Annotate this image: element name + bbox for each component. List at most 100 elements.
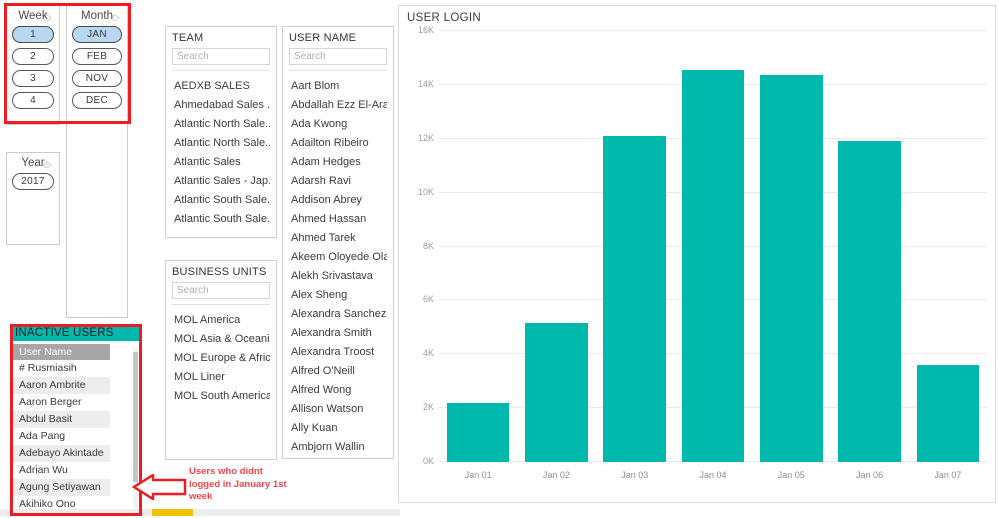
team-panel[interactable]: TEAM AEDXB SALES Ahmedabad Sales ... Atl…: [165, 26, 277, 238]
user-name-list: Aart Blom Abdallah Ezz El-Arab Ada Kwong…: [289, 77, 387, 457]
month-item-nov[interactable]: NOV: [72, 70, 122, 87]
list-item[interactable]: Alex Sheng: [289, 286, 387, 305]
eraser-icon[interactable]: [42, 11, 53, 22]
week-slicer-header: Week: [7, 6, 59, 26]
week-item-4[interactable]: 4: [12, 92, 54, 109]
user-name-panel-title: USER NAME: [289, 32, 357, 44]
arrow-left-icon: [131, 474, 187, 500]
week-item-3[interactable]: 3: [12, 70, 54, 87]
list-item[interactable]: MOL America: [172, 311, 270, 330]
week-slicer[interactable]: Week 1 2 3 4: [6, 5, 60, 125]
month-item-dec[interactable]: DEC: [72, 92, 122, 109]
table-row[interactable]: Aaron Berger: [12, 394, 110, 411]
table-row[interactable]: Aaron Ambrite: [12, 377, 110, 394]
x-axis-tick-label: Jan 01: [464, 470, 492, 480]
user-login-chart-panel[interactable]: USER LOGIN 0K 2K 4K 6K 8K 10K 12K 14K 16K Jan 01 J…: [398, 5, 996, 503]
list-item[interactable]: Alexandra Smith: [289, 324, 387, 343]
year-slicer-items: 2017: [7, 173, 59, 190]
list-item[interactable]: MOL Liner: [172, 368, 270, 387]
list-item[interactable]: Ada Kwong: [289, 115, 387, 134]
table-row[interactable]: Agung Setiyawan: [12, 479, 110, 496]
inactive-users-rows: # Rusmiasih Aaron Ambrite Aaron Berger A…: [12, 360, 140, 513]
list-item[interactable]: Ahmed Hassan: [289, 210, 387, 229]
y-axis-tick-label: 4K: [422, 348, 434, 359]
inactive-users-column-header[interactable]: User Name: [12, 344, 110, 360]
eraser-icon[interactable]: [110, 11, 121, 22]
business-units-search-input[interactable]: [172, 282, 270, 299]
list-item[interactable]: Ahmed Tarek: [289, 229, 387, 248]
list-item[interactable]: Alfred O'Neill: [289, 362, 387, 381]
table-row[interactable]: Adebayo Akintade: [12, 445, 110, 462]
list-item[interactable]: AEDXB SALES: [172, 77, 270, 96]
list-item[interactable]: Adarsh Ravi: [289, 172, 387, 191]
list-item[interactable]: Ambjorn Wallin: [289, 438, 387, 457]
list-item[interactable]: Alexandra Troost: [289, 343, 387, 362]
week-item-1[interactable]: 1: [12, 26, 54, 43]
y-axis-tick-label: 10K: [417, 186, 434, 197]
bar-jan-05[interactable]: [759, 75, 823, 462]
list-item[interactable]: Atlantic North Sale...: [172, 134, 270, 153]
list-item[interactable]: Atlantic Sales - Jap...: [172, 172, 270, 191]
user-name-search-input[interactable]: [289, 48, 387, 65]
month-slicer[interactable]: Month JAN FEB NOV DEC: [66, 5, 128, 318]
business-units-panel-title: BUSINESS UNITS: [172, 266, 267, 278]
table-row[interactable]: Ada Pang: [12, 428, 110, 445]
list-item[interactable]: Atlantic South Sale...: [172, 210, 270, 229]
bar-jan-06[interactable]: [838, 141, 901, 462]
horizontal-scrollbar-track[interactable]: [0, 509, 400, 516]
month-item-jan[interactable]: JAN: [72, 26, 122, 43]
week-item-2[interactable]: 2: [12, 48, 54, 65]
y-axis-tick-label: 6K: [422, 294, 434, 305]
inactive-users-table[interactable]: INACTIVE USERS User Name # Rusmiasih Aar…: [12, 326, 140, 516]
month-item-feb[interactable]: FEB: [72, 48, 122, 65]
table-row[interactable]: Abdul Basit: [12, 411, 110, 428]
year-item-2017[interactable]: 2017: [12, 173, 54, 190]
list-item[interactable]: MOL Europe & Africa: [172, 349, 270, 368]
list-item[interactable]: MOL South America: [172, 387, 270, 406]
list-item[interactable]: Adailton Ribeiro: [289, 134, 387, 153]
list-item[interactable]: Abdallah Ezz El-Arab: [289, 96, 387, 115]
list-item[interactable]: Alexandra Sanchez: [289, 305, 387, 324]
x-axis-tick-label: Jan 03: [621, 470, 649, 480]
x-axis-tick-label: Jan 05: [777, 470, 805, 480]
bar-jan-01[interactable]: [446, 402, 510, 462]
month-slicer-items: JAN FEB NOV DEC: [67, 26, 127, 109]
list-item[interactable]: Aart Blom: [289, 77, 387, 96]
list-item[interactable]: Adam Hedges: [289, 153, 387, 172]
bar-jan-02[interactable]: [525, 323, 588, 462]
eraser-icon[interactable]: [42, 158, 53, 169]
list-item[interactable]: Akeem Oloyede Ola...: [289, 248, 387, 267]
list-item[interactable]: Atlantic South Sale...: [172, 191, 270, 210]
horizontal-scrollbar-thumb[interactable]: [152, 509, 193, 516]
scrollbar-thumb[interactable]: [133, 352, 138, 482]
team-list: AEDXB SALES Ahmedabad Sales ... Atlantic…: [172, 77, 270, 229]
y-axis-tick-label: 12K: [417, 132, 434, 143]
divider: [289, 70, 387, 71]
user-name-panel[interactable]: USER NAME Aart Blom Abdallah Ezz El-Arab…: [282, 26, 394, 459]
list-item[interactable]: Ahmedabad Sales ...: [172, 96, 270, 115]
list-item[interactable]: Atlantic North Sale...: [172, 115, 270, 134]
y-axis-tick-label: 8K: [422, 240, 434, 251]
business-units-panel[interactable]: BUSINESS UNITS MOL America MOL Asia & Oc…: [165, 260, 277, 460]
gridline: 16K: [418, 25, 987, 35]
y-axis-tick-label: 14K: [417, 78, 434, 89]
team-search-input[interactable]: [172, 48, 270, 65]
list-item[interactable]: Addison Abrey: [289, 191, 387, 210]
month-slicer-title: Month: [81, 10, 113, 22]
team-panel-title: TEAM: [172, 32, 204, 44]
x-axis-tick-label: Jan 04: [699, 470, 727, 480]
year-slicer[interactable]: Year 2017: [6, 152, 60, 245]
table-row[interactable]: Adrian Wu: [12, 462, 110, 479]
list-item[interactable]: Alekh Srivastava: [289, 267, 387, 286]
list-item[interactable]: MOL Asia & Oceania: [172, 330, 270, 349]
bar-jan-03[interactable]: [603, 136, 667, 462]
business-units-list: MOL America MOL Asia & Oceania MOL Europ…: [172, 311, 270, 406]
list-item[interactable]: Atlantic Sales: [172, 153, 270, 172]
table-row[interactable]: # Rusmiasih: [12, 360, 110, 377]
list-item[interactable]: Allison Watson: [289, 400, 387, 419]
bar-jan-07[interactable]: [916, 365, 980, 462]
list-item[interactable]: Alfred Wong: [289, 381, 387, 400]
bar-jan-04[interactable]: [681, 70, 745, 462]
year-slicer-header: Year: [7, 153, 59, 173]
list-item[interactable]: Ally Kuan: [289, 419, 387, 438]
